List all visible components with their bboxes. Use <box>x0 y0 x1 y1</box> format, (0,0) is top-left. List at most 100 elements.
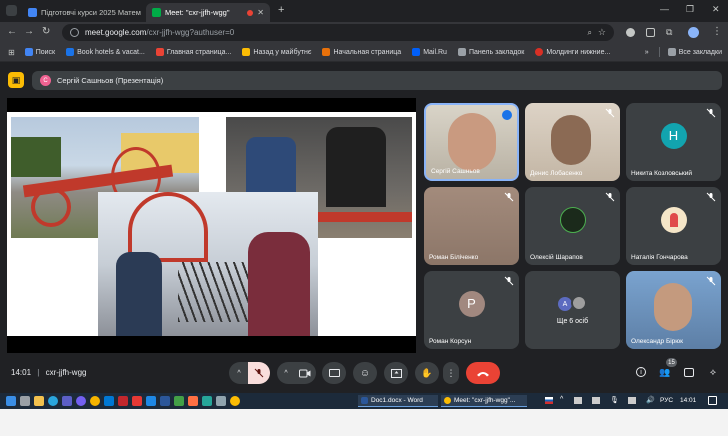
chrome-icon[interactable] <box>90 396 100 406</box>
viber-icon[interactable] <box>76 396 86 406</box>
info-icon: i <box>636 367 646 377</box>
file-explorer-icon[interactable] <box>34 396 44 406</box>
network-icon[interactable] <box>628 397 636 404</box>
tab-courses[interactable]: Підготовчі курси 2025 Матем ✕ <box>22 3 142 22</box>
tab-meet[interactable]: Meet: "cxr-jjfh-wgg" ✕ <box>146 3 270 22</box>
app-icon[interactable] <box>146 396 156 406</box>
new-tab-button[interactable]: + <box>278 4 284 16</box>
zoom-icon[interactable]: ⌕ <box>587 28 591 38</box>
minimize-button[interactable]: — <box>660 4 669 14</box>
volume-icon[interactable]: 🔊 <box>646 396 655 404</box>
participant-tile[interactable]: Н Никита Козловський <box>626 103 721 181</box>
raise-hand-button[interactable]: ✋ <box>415 362 439 384</box>
presenter-avatar: С <box>40 75 51 86</box>
search-icon[interactable] <box>20 396 30 406</box>
media-icon[interactable] <box>626 28 635 37</box>
all-bookmarks-button[interactable]: Все закладки <box>667 48 722 56</box>
bookmark-item[interactable]: Book hotels & vacat... <box>66 48 145 56</box>
bookmark-item[interactable]: Главная страница... <box>155 48 231 56</box>
pdf-icon[interactable] <box>132 396 142 406</box>
site-info-icon[interactable] <box>70 28 79 37</box>
bookmark-label: Назад у майбутнє <box>253 48 312 56</box>
bookmark-item[interactable]: Назад у майбутнє <box>242 48 311 56</box>
tray-icon[interactable] <box>592 397 600 404</box>
audio-options-button[interactable]: ^ <box>229 362 249 384</box>
recording-dot-icon <box>247 9 254 16</box>
bookmark-favicon-icon <box>457 48 466 56</box>
taskbar-app-meet[interactable]: Meet: "cxr-jjfh-wgg"... <box>441 395 527 407</box>
participant-tile[interactable]: Наталія Гончарова <box>626 187 721 265</box>
mic-tray-icon[interactable]: 🎙 <box>610 396 619 404</box>
bookmarks-bar: ⊞ Поиск Book hotels & vacat... Главная с… <box>0 43 728 62</box>
participant-video <box>551 115 591 165</box>
app-icon[interactable] <box>188 396 198 406</box>
tray-up-icon[interactable]: ^ <box>560 396 563 403</box>
leave-call-button[interactable] <box>466 362 500 384</box>
forward-icon[interactable]: → <box>24 26 34 37</box>
mic-toggle-button[interactable] <box>248 362 270 384</box>
participant-tile[interactable]: Денис Лобасенко <box>525 103 620 181</box>
camera-toggle-button[interactable] <box>294 362 316 384</box>
present-icon <box>390 368 402 378</box>
presentation-icon[interactable]: ▣ <box>8 72 24 88</box>
close-window-button[interactable]: ✕ <box>712 4 720 15</box>
bookmark-item[interactable]: Молдинги нижние... <box>535 48 610 56</box>
participant-tile[interactable]: Сергій Сашньов <box>424 103 519 181</box>
close-icon[interactable]: ✕ <box>257 8 264 17</box>
bookmarks-overflow-button[interactable]: » <box>645 49 649 56</box>
app-icon[interactable] <box>118 396 128 406</box>
captions-button[interactable] <box>322 362 346 384</box>
bookmark-item[interactable]: Mail.Ru <box>412 48 447 56</box>
browser-toolbar: ← → ↻ meet.google.com /cxr-jjfh-wgg?auth… <box>0 22 728 43</box>
bookmark-item[interactable]: Поиск <box>24 48 55 56</box>
video-options-button[interactable]: ^ <box>277 362 295 384</box>
emoji-button[interactable]: ☺ <box>353 362 377 384</box>
app-icon[interactable] <box>216 396 226 406</box>
presentation-slide <box>7 98 416 353</box>
back-icon[interactable]: ← <box>7 26 17 37</box>
participant-name: Роман Корсун <box>429 338 472 345</box>
word-icon[interactable] <box>160 396 170 406</box>
app-icon[interactable] <box>202 396 212 406</box>
tray-icon[interactable] <box>574 397 582 404</box>
bookmark-star-icon[interactable]: ☆ <box>598 27 606 38</box>
reload-icon[interactable]: ↻ <box>42 26 50 37</box>
notifications-icon[interactable] <box>708 396 717 405</box>
present-button[interactable] <box>384 362 408 384</box>
menu-kebab-icon[interactable]: ⋮ <box>712 26 722 37</box>
chrome-icon[interactable] <box>230 396 240 406</box>
taskbar-app-word[interactable]: Doc1.docx - Word <box>358 395 438 407</box>
extensions-icon[interactable]: ⧉ <box>666 27 672 38</box>
edge-icon[interactable] <box>104 396 114 406</box>
mic-off-icon <box>254 368 264 378</box>
more-options-button[interactable]: ⋮ <box>443 362 459 384</box>
more-participants-label: Ще 6 осіб <box>556 318 589 325</box>
bookmark-item[interactable]: Начальная страница <box>322 48 401 56</box>
tab-search-icon[interactable] <box>6 5 17 16</box>
end-call-icon <box>477 371 489 376</box>
taskbar-clock[interactable]: 14:01 <box>680 397 696 404</box>
people-button[interactable]: 👥 <box>658 365 672 379</box>
teams-icon[interactable] <box>62 396 72 406</box>
maximize-button[interactable]: ❐ <box>686 4 694 15</box>
participant-tile[interactable]: Роман Біліченко <box>424 187 519 265</box>
more-participants-tile[interactable]: А Ще 6 осіб <box>525 271 620 349</box>
participant-name: Олександр Бірюк <box>631 338 684 345</box>
bookmark-item[interactable]: Панель закладок <box>457 48 524 56</box>
app-icon[interactable] <box>174 396 184 406</box>
address-bar[interactable]: meet.google.com /cxr-jjfh-wgg?authuser=0… <box>62 24 614 41</box>
profile-avatar[interactable] <box>688 27 699 38</box>
meeting-details-button[interactable]: i <box>634 365 648 379</box>
apps-grid-icon[interactable]: ⊞ <box>8 48 15 57</box>
language-flag-icon[interactable] <box>545 397 553 404</box>
language-indicator[interactable]: РУС <box>660 397 673 404</box>
participant-tile[interactable]: P Роман Корсун <box>424 271 519 349</box>
participant-tile[interactable]: Олександр Бірюк <box>626 271 721 349</box>
chat-button[interactable] <box>682 365 696 379</box>
activities-button[interactable]: ⟡ <box>706 365 720 379</box>
start-icon[interactable] <box>6 396 16 406</box>
participant-tile[interactable]: Олексій Шарапов <box>525 187 620 265</box>
telegram-icon[interactable] <box>48 396 58 406</box>
screen-share-icon[interactable] <box>646 28 655 37</box>
tines-image <box>178 262 248 322</box>
